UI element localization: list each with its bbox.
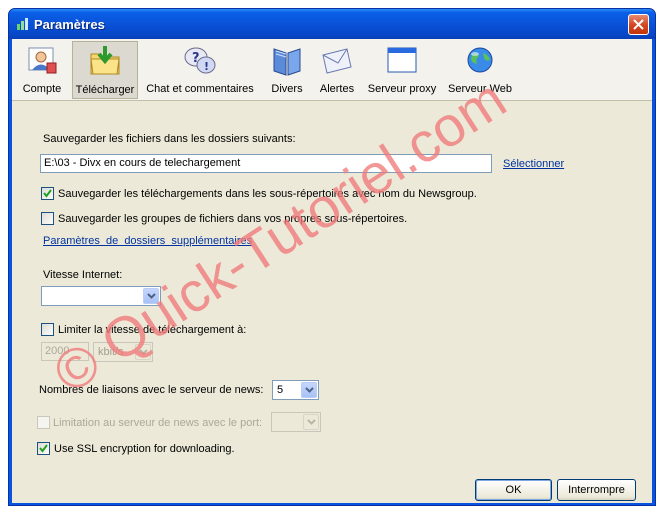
tab-serveur-proxy-label: Serveur proxy xyxy=(367,83,437,95)
tab-compte-label: Compte xyxy=(22,83,62,95)
connections-label: Nombres de liaisons avec le serveur de n… xyxy=(39,384,264,396)
chat-help-icon: ? ! xyxy=(184,47,216,74)
extra-folders-link[interactable]: Paramètres de dossiers supplémentaires xyxy=(43,235,252,247)
subdir-newsgroup-checkbox[interactable] xyxy=(41,187,54,200)
window-icon xyxy=(387,47,417,73)
folders-label: Sauvegarder les fichiers dans les dossie… xyxy=(43,133,296,145)
download-folder-value: E:\03 - Divx en cours de telechargement xyxy=(44,157,241,169)
subdir-groups-label: Sauvegarder les groupes de fichiers dans… xyxy=(58,213,408,225)
ssl-label: Use SSL encryption for downloading. xyxy=(54,443,235,455)
chevron-down-icon xyxy=(135,344,151,360)
download-settings-panel: Sauvegarder les fichiers dans les dossie… xyxy=(12,102,652,503)
globe-icon xyxy=(467,47,493,73)
tab-compte[interactable]: Compte xyxy=(14,41,70,99)
port-limit-checkbox[interactable] xyxy=(37,416,50,429)
internet-speed-select[interactable] xyxy=(41,286,161,306)
title-bar[interactable]: Paramètres xyxy=(9,9,655,39)
port-limit-label: Limitation au serveur de news avec le po… xyxy=(53,417,263,429)
select-folder-link[interactable]: Sélectionner xyxy=(503,158,564,170)
speed-unit-select[interactable]: kbit/s xyxy=(93,342,153,362)
chevron-down-icon xyxy=(303,414,319,430)
checkmark-icon xyxy=(43,189,52,198)
cancel-button[interactable]: Interrompre xyxy=(557,479,636,501)
tab-telecharger-label: Télécharger xyxy=(75,84,135,96)
tab-divers[interactable]: Divers xyxy=(264,41,310,99)
subdir-groups-checkbox[interactable] xyxy=(41,212,54,225)
tab-chat[interactable]: ? ! Chat et commentaires xyxy=(142,41,258,99)
tab-alertes-label: Alertes xyxy=(319,83,355,95)
tab-chat-label: Chat et commentaires xyxy=(146,83,254,95)
subdir-newsgroup-label: Sauvegarder les téléchargements dans les… xyxy=(58,188,477,200)
close-button[interactable] xyxy=(628,14,649,35)
tab-alertes[interactable]: Alertes xyxy=(314,41,360,99)
chevron-down-icon xyxy=(301,382,317,398)
connections-select[interactable]: 5 xyxy=(272,380,319,400)
port-select[interactable] xyxy=(271,412,321,432)
speed-limit-field[interactable]: 2000 xyxy=(41,342,89,361)
download-folder-icon xyxy=(90,46,120,75)
svg-text:!: ! xyxy=(204,60,209,73)
limit-speed-label: Limiter la vitesse de téléchargement à: xyxy=(58,324,247,336)
envelope-icon xyxy=(322,48,352,74)
connections-value: 5 xyxy=(277,384,284,396)
ssl-checkbox[interactable] xyxy=(37,442,50,455)
limit-speed-checkbox[interactable] xyxy=(41,323,54,336)
tab-serveur-web[interactable]: Serveur Web xyxy=(446,41,514,99)
close-icon xyxy=(633,19,644,30)
checkmark-icon xyxy=(39,444,48,453)
tab-divers-label: Divers xyxy=(271,83,303,95)
speed-unit-value: kbit/s xyxy=(98,346,124,358)
speed-limit-value: 2000 xyxy=(45,345,70,357)
window-title: Paramètres xyxy=(34,17,105,32)
internet-speed-label: Vitesse Internet: xyxy=(43,269,123,281)
tab-serveur-web-label: Serveur Web xyxy=(448,83,512,95)
dialog-body: Compte Télécharger ? ! Chat et commentai… xyxy=(12,39,652,503)
book-icon xyxy=(273,48,301,76)
account-icon xyxy=(28,47,57,74)
ok-button[interactable]: OK xyxy=(475,479,552,501)
settings-window: Paramètres Compte Télécharger ? ! Chat e… xyxy=(8,8,656,506)
app-icon xyxy=(17,18,28,30)
chevron-down-icon xyxy=(143,288,159,304)
tab-serveur-proxy[interactable]: Serveur proxy xyxy=(364,41,440,99)
settings-toolbar: Compte Télécharger ? ! Chat et commentai… xyxy=(12,39,652,101)
download-folder-field[interactable]: E:\03 - Divx en cours de telechargement xyxy=(40,154,492,173)
tab-telecharger[interactable]: Télécharger xyxy=(72,41,138,99)
